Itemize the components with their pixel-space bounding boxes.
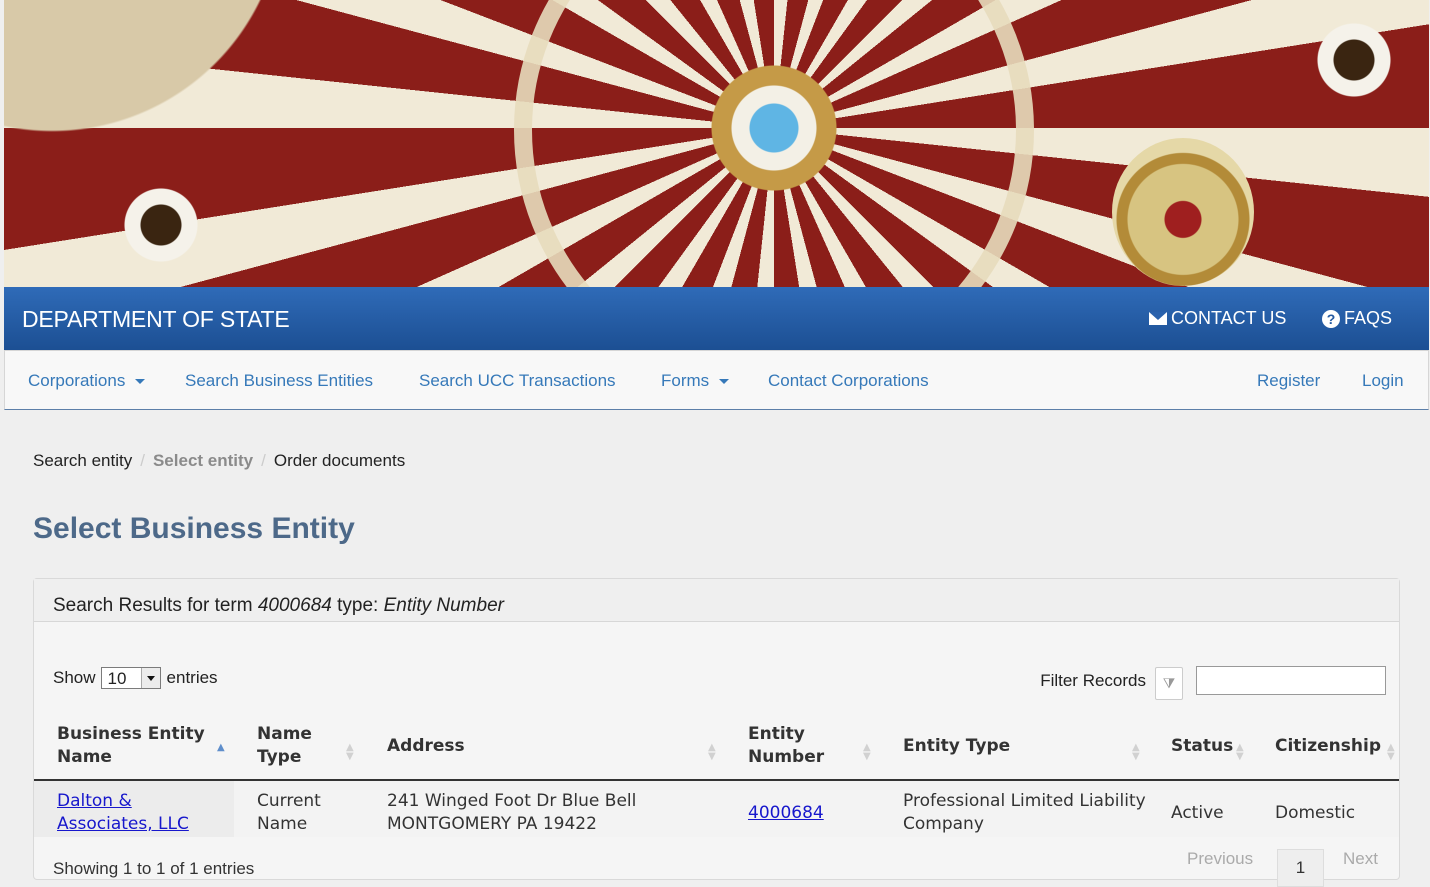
nav-search-ucc-transactions[interactable]: Search UCC Transactions: [419, 371, 616, 391]
header-bar: DEPARTMENT OF STATE CONTACT US ? FAQS: [4, 287, 1429, 350]
entries-select-value: 10: [107, 669, 127, 688]
column-address[interactable]: Address: [387, 735, 465, 758]
page-title: Select Business Entity: [33, 512, 355, 545]
faqs-link[interactable]: ? FAQS: [1322, 308, 1392, 329]
dome-ring: [514, 0, 1034, 287]
contact-us-label: CONTACT US: [1171, 308, 1287, 328]
pagination-previous[interactable]: Previous: [1187, 849, 1253, 869]
pagination-next[interactable]: Next: [1343, 849, 1378, 869]
breadcrumb-search-entity[interactable]: Search entity: [33, 451, 132, 471]
nav-corporations-dropdown[interactable]: Corporations: [28, 371, 146, 391]
citizenship-cell: Domestic: [1275, 803, 1356, 823]
status-cell: Active: [1171, 803, 1224, 823]
nav-search-business-entities[interactable]: Search Business Entities: [185, 371, 373, 391]
address-cell: 241 Winged Foot Dr Blue Bell MONTGOMERY …: [387, 790, 636, 836]
sort-icon[interactable]: ▲ ▼: [1387, 743, 1395, 762]
column-entity-type[interactable]: Entity Type: [903, 735, 1010, 758]
filter-records-input[interactable]: [1196, 666, 1386, 695]
nav-login[interactable]: Login: [1362, 371, 1404, 391]
business-entity-name-link[interactable]: Dalton & Associates, LLC: [57, 791, 189, 834]
sort-icon[interactable]: ▲ ▼: [346, 743, 354, 762]
name-type-cell: Current Name: [257, 791, 321, 834]
sort-icon[interactable]: ▲ ▼: [1132, 743, 1140, 762]
header-banner-image: [4, 0, 1429, 287]
column-citizenship[interactable]: Citizenship: [1275, 735, 1381, 758]
nav-contact-corporations[interactable]: Contact Corporations: [768, 371, 929, 391]
table-header: Business Entity Name ▲ Name Type ▲ ▼ Addr…: [34, 719, 1399, 781]
sort-icon[interactable]: ▲ ▼: [863, 743, 871, 762]
entity-number-link[interactable]: 4000684: [748, 803, 824, 823]
funnel-filter-icon[interactable]: ⧩: [1155, 667, 1183, 700]
breadcrumb-separator: /: [261, 451, 266, 470]
breadcrumb-separator: /: [140, 451, 145, 470]
column-entity-number[interactable]: Entity Number: [748, 723, 838, 769]
column-name-type[interactable]: Name Type: [257, 723, 327, 769]
entries-select[interactable]: 10: [100, 667, 161, 689]
nav-forms-dropdown[interactable]: Forms: [661, 371, 730, 391]
entity-number-cell: 4000684: [748, 802, 824, 825]
faqs-label: FAQS: [1344, 308, 1393, 328]
search-term: 4000684: [257, 595, 332, 616]
caret-down-icon: [719, 378, 730, 384]
breadcrumb: Search entity / Select entity / Order do…: [33, 451, 405, 471]
address-line2: MONTGOMERY PA 19422: [387, 814, 597, 834]
address-line1: 241 Winged Foot Dr Blue Bell: [387, 791, 637, 811]
nav-corporations-label: Corporations: [28, 371, 126, 390]
breadcrumb-order-documents: Order documents: [273, 451, 406, 470]
table-row: Dalton & Associates, LLC Current Name 24…: [34, 781, 1399, 837]
sort-icon[interactable]: ▲ ▼: [1236, 743, 1244, 762]
sort-icon[interactable]: ▲ ▼: [708, 743, 716, 762]
breadcrumb-select-entity: Select entity: [152, 451, 254, 470]
chandelier-left: [116, 180, 206, 270]
business-entity-name-cell: Dalton & Associates, LLC: [57, 790, 207, 836]
table-info: Showing 1 to 1 of 1 entries: [53, 859, 255, 878]
heading-prefix: Search Results for term: [53, 595, 253, 616]
sort-ascending-icon[interactable]: ▲: [217, 743, 225, 753]
search-results-panel: Search Results for term 4000684 type: En…: [33, 578, 1400, 887]
column-business-entity-name[interactable]: Business Entity Name: [57, 723, 217, 769]
entity-type-cell: Professional Limited Liability Company: [903, 791, 1146, 834]
contact-us-link[interactable]: CONTACT US: [1149, 308, 1286, 329]
search-results-heading: Search Results for term 4000684 type: En…: [34, 579, 1399, 622]
show-entries-control: Show 10 entries: [53, 667, 218, 689]
ceiling-medallion: [1112, 138, 1254, 286]
select-arrow-icon: [140, 668, 160, 688]
mail-icon: [1149, 312, 1167, 325]
column-status[interactable]: Status: [1171, 735, 1233, 758]
nav-forms-label: Forms: [661, 371, 710, 390]
show-label: Show: [53, 668, 96, 687]
entries-label: entries: [166, 668, 218, 687]
chandelier-right: [1309, 15, 1399, 105]
department-title: DEPARTMENT OF STATE: [22, 306, 290, 332]
heading-type-label: type:: [337, 595, 379, 616]
search-type-value: Entity Number: [383, 595, 504, 616]
pagination-page-1[interactable]: 1: [1277, 849, 1324, 887]
nav-register[interactable]: Register: [1257, 371, 1320, 391]
caret-down-icon: [135, 378, 146, 384]
filter-records-label: Filter Records: [1040, 671, 1146, 690]
question-circle-icon: ?: [1322, 309, 1340, 328]
main-navigation: Corporations Search Business Entities Se…: [4, 350, 1429, 410]
